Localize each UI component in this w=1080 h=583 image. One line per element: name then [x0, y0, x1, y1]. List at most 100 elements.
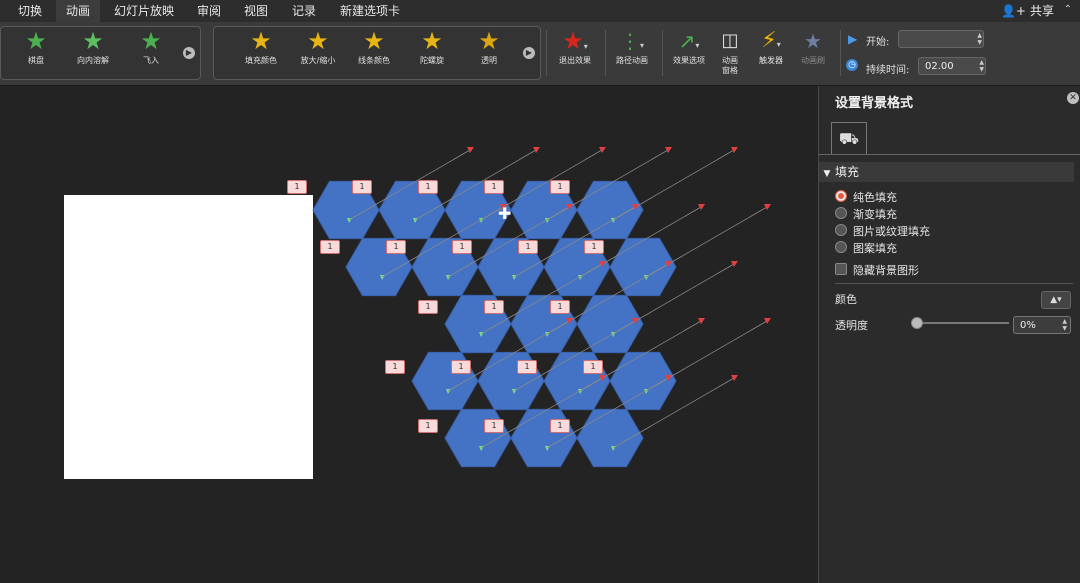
panel-divider	[835, 283, 1073, 284]
effect-label: 棋盘	[28, 56, 44, 65]
radio-gradient-fill[interactable]: 渐变填充	[835, 207, 897, 223]
stepper-arrows-icon[interactable]: ▲ ▼	[979, 59, 984, 73]
effect-grow-shrink-button[interactable]: ★ 放大/缩小	[291, 26, 345, 78]
motion-path-icon: ⋮▾	[619, 29, 644, 53]
slide-canvas[interactable]: 1 1 1 1 1 1 1 1 1 1 1 1 1 1 1 1 1 1 1 1 ✚	[0, 86, 818, 583]
animation-order-tag[interactable]: 1	[287, 180, 307, 194]
transparency-label: 透明度	[835, 319, 868, 332]
radio-button[interactable]	[835, 190, 847, 202]
panel-divider	[819, 154, 1080, 155]
hexagon-tile[interactable]	[576, 408, 644, 468]
star-green-icon: ★	[140, 27, 162, 55]
duration-input[interactable]: 02.00 ▲ ▼	[918, 57, 986, 75]
animation-order-tag[interactable]: 1	[418, 419, 438, 433]
stepper-arrows-icon[interactable]: ▲ ▼	[1062, 318, 1067, 332]
effect-label: 填充颜色	[245, 56, 277, 65]
animation-order-tag[interactable]: 1	[386, 240, 406, 254]
format-background-panel: 设置背景格式 ✕ ⛟ ▼ 填充 纯色填充 渐变填充 图片或纹理填充 图案填充 隐藏…	[818, 86, 1080, 583]
animation-order-tag[interactable]: 1	[452, 240, 472, 254]
hexagon-tile[interactable]	[576, 294, 644, 354]
clock-icon: ◷	[846, 59, 858, 71]
share-label: 共享	[1029, 4, 1054, 18]
share-button[interactable]: 👤+ 共享	[1001, 0, 1054, 22]
option-label: 纯色填充	[853, 191, 897, 204]
radio-button[interactable]	[835, 241, 847, 253]
animation-order-tag[interactable]: 1	[418, 180, 438, 194]
motion-path-end-marker	[764, 318, 771, 324]
exit-effects-button[interactable]: ★▾ 退出效果	[548, 26, 602, 78]
effect-line-color-button[interactable]: ★ 线条颜色	[347, 26, 401, 78]
motion-path-button[interactable]: ⋮▾ 路径动画	[605, 26, 659, 78]
hexagon-tile[interactable]	[576, 180, 644, 240]
collapse-ribbon-icon[interactable]: ⌃	[1064, 4, 1072, 15]
hexagon-tile[interactable]	[609, 351, 677, 411]
tab-animations[interactable]: 动画	[56, 0, 101, 22]
tab-transitions[interactable]: 切换	[8, 0, 52, 22]
radio-solid-fill[interactable]: 纯色填充	[835, 190, 897, 206]
gallery-next-icon[interactable]: ▶	[523, 47, 535, 59]
animation-order-tag[interactable]: 1	[451, 360, 471, 374]
motion-path-end-marker	[698, 204, 705, 210]
effect-dissolve-in-button[interactable]: ★ 向内溶解	[66, 26, 120, 78]
transparency-input[interactable]: 0% ▲ ▼	[1013, 316, 1071, 334]
effect-fly-in-button[interactable]: ★ 飞入	[124, 26, 178, 78]
motion-path-end-marker	[731, 375, 738, 381]
paint-bucket-icon[interactable]: ▲▾	[1041, 291, 1071, 309]
transparency-value: 0%	[1020, 320, 1036, 331]
animation-order-tag[interactable]: 1	[484, 419, 504, 433]
chevron-down-icon: ▼	[823, 169, 831, 179]
animation-painter-icon: ★	[804, 29, 822, 53]
animation-order-tag[interactable]: 1	[550, 180, 570, 194]
radio-button[interactable]	[835, 207, 847, 219]
radio-picture-fill[interactable]: 图片或纹理填充	[835, 224, 930, 240]
hide-bg-graphics-checkbox[interactable]: 隐藏背景图形	[835, 263, 919, 279]
animation-order-tag[interactable]: 1	[385, 360, 405, 374]
effect-spin-button[interactable]: ★ 陀螺旋	[405, 26, 459, 78]
animation-order-tag[interactable]: 1	[484, 300, 504, 314]
button-label: 退出效果	[559, 56, 591, 65]
tab-review[interactable]: 审阅	[187, 0, 231, 22]
motion-path-end-marker	[467, 147, 474, 153]
animation-order-tag[interactable]: 1	[484, 180, 504, 194]
animation-order-tag[interactable]: 1	[584, 240, 604, 254]
star-yellow-spin-icon: ★	[421, 27, 443, 55]
animation-order-tag[interactable]: 1	[583, 360, 603, 374]
tab-record[interactable]: 记录	[282, 0, 326, 22]
transparency-slider[interactable]	[915, 322, 1009, 324]
slider-handle[interactable]	[911, 317, 923, 329]
button-label: 动画刷	[801, 56, 825, 65]
effect-label: 陀螺旋	[420, 56, 444, 65]
animation-order-tag[interactable]: 1	[352, 180, 372, 194]
tab-new[interactable]: 新建选项卡	[330, 0, 410, 22]
animation-order-tag[interactable]: 1	[550, 300, 570, 314]
hexagon-tile[interactable]	[444, 408, 512, 468]
radio-pattern-fill[interactable]: 图案填充	[835, 241, 897, 257]
effect-transparency-button[interactable]: ★ 透明	[462, 26, 516, 78]
effect-fill-color-button[interactable]: ★ 填充颜色	[234, 26, 288, 78]
animation-order-tag[interactable]: 1	[518, 240, 538, 254]
animation-order-tag[interactable]: 1	[517, 360, 537, 374]
checkbox[interactable]	[835, 263, 847, 275]
motion-path-end-marker	[698, 318, 705, 324]
fill-section-header[interactable]: ▼ 填充	[819, 162, 1074, 182]
animation-order-tag[interactable]: 1	[320, 240, 340, 254]
motion-path-end-marker	[533, 147, 540, 153]
effect-checkerboard-button[interactable]: ★ 棋盘	[9, 26, 63, 78]
gallery-next-icon[interactable]: ▶	[183, 47, 195, 59]
fill-bucket-icon[interactable]: ⛟	[831, 122, 867, 155]
tab-view[interactable]: 视图	[234, 0, 278, 22]
move-cursor-icon: ✚	[498, 204, 512, 223]
play-start-icon: ▶	[848, 32, 858, 46]
animation-order-tag[interactable]: 1	[418, 300, 438, 314]
ribbon-divider	[840, 30, 841, 76]
animation-order-tag[interactable]: 1	[550, 419, 570, 433]
start-select[interactable]: ▲ ▼	[898, 30, 984, 48]
star-green-icon: ★	[25, 27, 47, 55]
close-icon[interactable]: ✕	[1067, 92, 1079, 104]
tab-slideshow[interactable]: 幻灯片放映	[104, 0, 184, 22]
radio-button[interactable]	[835, 224, 847, 236]
hexagon-tile[interactable]	[510, 408, 578, 468]
animation-painter-button[interactable]: ★ 动画刷	[786, 26, 840, 78]
motion-path-end-marker	[599, 147, 606, 153]
hexagon-tile[interactable]	[609, 237, 677, 297]
